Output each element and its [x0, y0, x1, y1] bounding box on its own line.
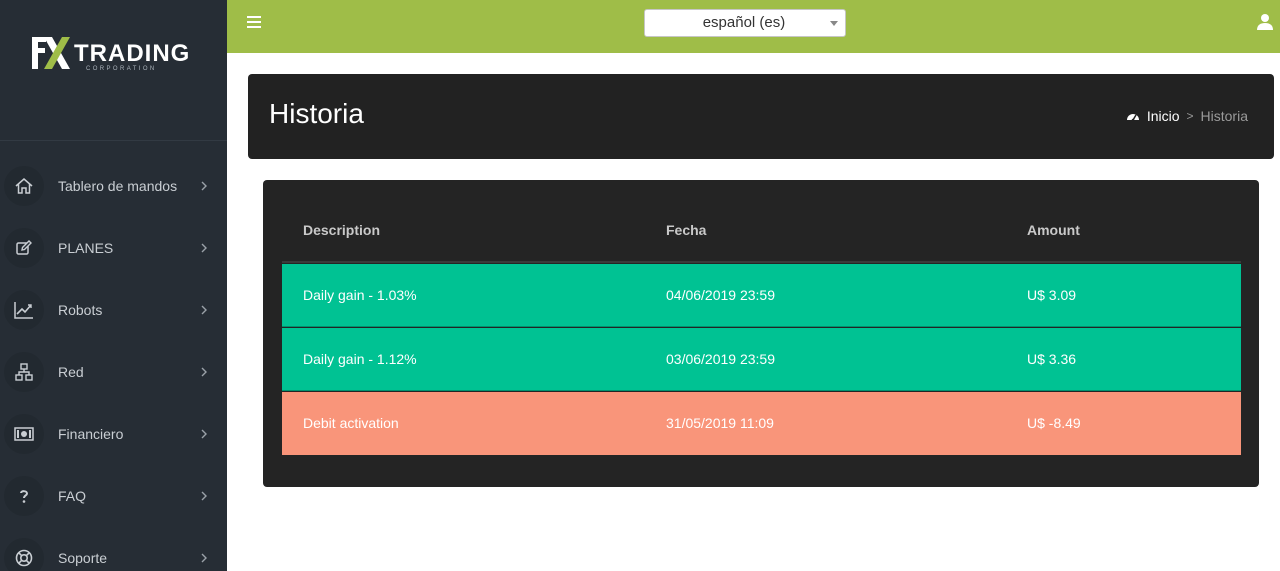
sidebar-item-label: PLANES	[58, 240, 114, 256]
sidebar-item-planes[interactable]: PLANES	[0, 224, 227, 272]
sidebar-item-soporte[interactable]: Soporte	[0, 534, 227, 571]
question-icon	[4, 476, 44, 516]
money-icon	[4, 414, 44, 454]
column-header-description: Description	[303, 222, 381, 238]
cell-amount: U$ 3.09	[1027, 287, 1077, 303]
menu-toggle-icon[interactable]	[247, 16, 261, 30]
chart-line-icon	[4, 290, 44, 330]
table-row: Daily gain - 1.12% 03/06/2019 23:59 U$ 3…	[282, 328, 1241, 391]
language-select[interactable]: español (es)	[644, 9, 846, 37]
cell-description: Debit activation	[303, 415, 399, 431]
chevron-right-icon	[201, 429, 207, 439]
sidebar-item-robots[interactable]: Robots	[0, 286, 227, 334]
brand-logo[interactable]: TRADING CORPORATION	[30, 33, 190, 73]
table-row: Debit activation 31/05/2019 11:09 U$ -8.…	[282, 392, 1241, 455]
table-header: Description Fecha Amount	[282, 212, 1241, 263]
sidebar-item-label: Soporte	[58, 550, 108, 566]
breadcrumb: Inicio > Historia	[1126, 108, 1248, 124]
sidebar-item-label: Red	[58, 364, 84, 380]
home-icon	[4, 166, 44, 206]
chevron-right-icon	[201, 181, 207, 191]
column-header-date: Fecha	[666, 222, 707, 238]
sidebar-item-faq[interactable]: FAQ	[0, 472, 227, 520]
cell-date: 31/05/2019 11:09	[666, 415, 774, 431]
sidebar-item-label: Tablero de mandos	[58, 178, 178, 194]
page-header: Historia Inicio > Historia	[248, 74, 1274, 159]
breadcrumb-home-link[interactable]: Inicio	[1147, 108, 1180, 124]
chevron-right-icon	[201, 243, 207, 253]
language-select-value: español (es)	[702, 14, 786, 31]
dashboard-icon	[1126, 114, 1139, 122]
caret-down-icon	[830, 21, 838, 26]
edit-icon	[4, 228, 44, 268]
brand-tagline: CORPORATION	[86, 66, 157, 72]
sidebar-item-label: FAQ	[58, 488, 87, 504]
cell-description: Daily gain - 1.12%	[303, 351, 417, 367]
user-icon[interactable]	[1256, 13, 1274, 31]
page-title: Historia	[269, 98, 364, 129]
history-table-card: Description Fecha Amount Daily gain - 1.…	[263, 180, 1259, 487]
cell-amount: U$ -8.49	[1027, 415, 1081, 431]
sidebar-item-financiero[interactable]: Financiero	[0, 410, 227, 458]
lifebuoy-icon	[4, 538, 44, 571]
chevron-right-icon	[201, 491, 207, 501]
breadcrumb-separator: >	[1186, 109, 1194, 123]
breadcrumb-current: Historia	[1200, 108, 1248, 124]
network-icon	[4, 352, 44, 392]
sidebar-item-red[interactable]: Red	[0, 348, 227, 396]
cell-date: 03/06/2019 23:59	[666, 351, 775, 367]
chevron-right-icon	[201, 305, 207, 315]
sidebar-item-label: Robots	[58, 302, 103, 318]
cell-amount: U$ 3.36	[1027, 351, 1077, 367]
top-bar: español (es)	[227, 0, 1280, 53]
sidebar-divider	[0, 140, 227, 141]
sidebar-item-tablero[interactable]: Tablero de mandos	[0, 162, 227, 210]
chevron-right-icon	[201, 367, 207, 377]
table-row: Daily gain - 1.03% 04/06/2019 23:59 U$ 3…	[282, 264, 1241, 327]
cell-description: Daily gain - 1.03%	[303, 287, 417, 303]
column-header-amount: Amount	[1027, 222, 1080, 238]
sidebar-item-label: Financiero	[58, 426, 124, 442]
chevron-right-icon	[201, 553, 207, 563]
sidebar: TRADING CORPORATION Tablero de mandos PL…	[0, 0, 227, 571]
cell-date: 04/06/2019 23:59	[666, 287, 775, 303]
brand-name: TRADING	[74, 40, 190, 67]
